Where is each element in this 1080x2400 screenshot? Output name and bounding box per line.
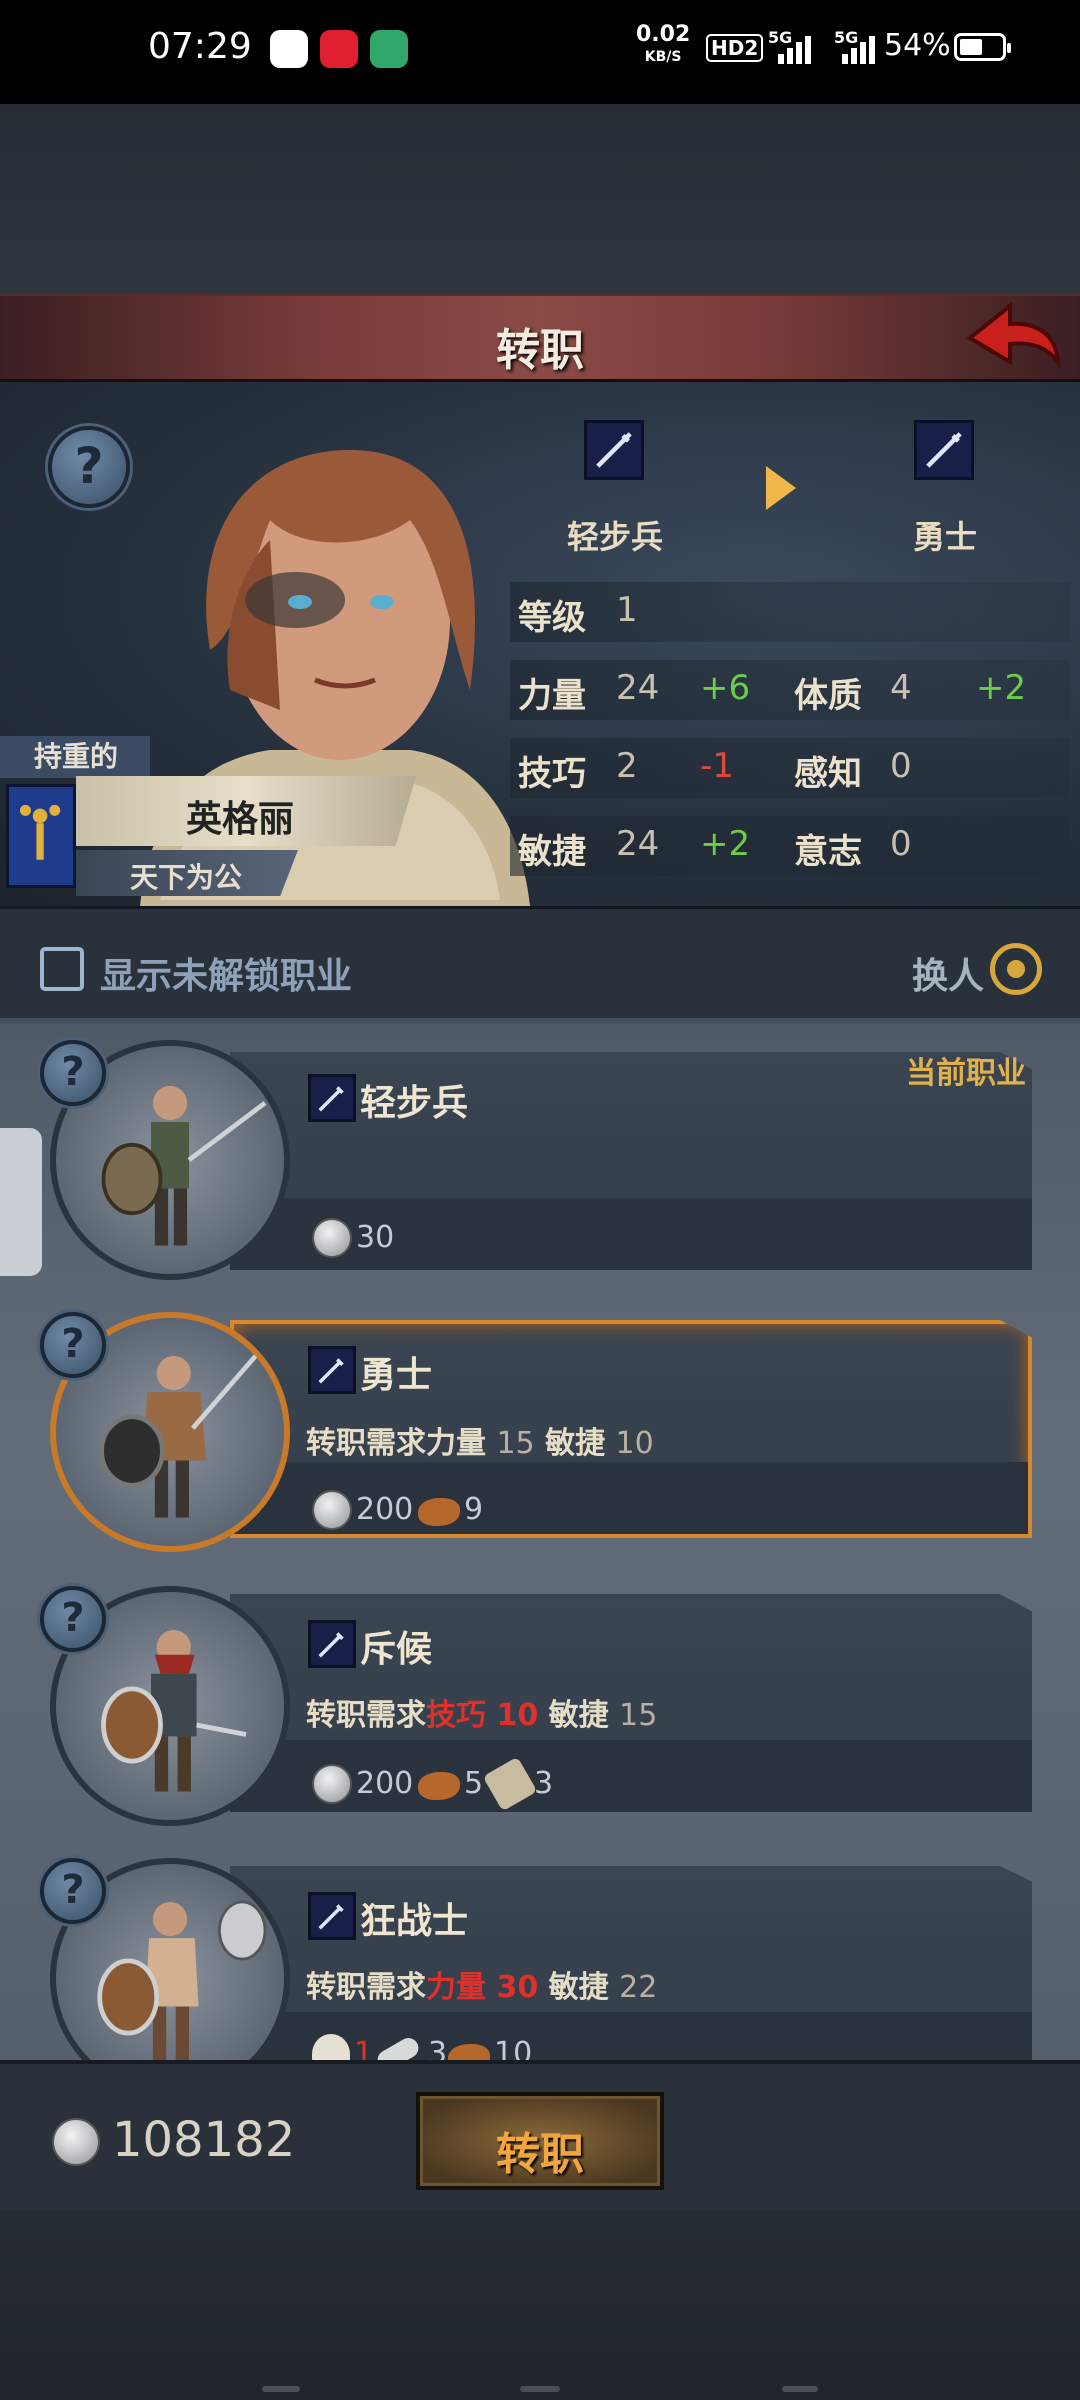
help-icon[interactable]: ? <box>40 1858 106 1924</box>
filter-bar: 显示未解锁职业 换人 <box>0 906 1080 1024</box>
hero-trait: 持重的 <box>0 736 150 778</box>
job-cost-silver: 200 <box>356 1766 414 1801</box>
stat-value-agility: 24 <box>616 824 660 864</box>
silver-coin-icon <box>52 2118 100 2166</box>
from-class-name: 轻步兵 <box>566 518 663 556</box>
top-backdrop <box>0 104 1080 294</box>
meat-icon <box>418 1772 460 1800</box>
silver-coin-icon <box>312 1764 352 1804</box>
title-bar: 转职 <box>0 294 1080 382</box>
app-notification-icon <box>370 30 408 68</box>
change-class-button-label: 转职 <box>496 2129 584 2180</box>
job-card-footer <box>230 2012 1032 2060</box>
side-drawer-handle[interactable] <box>0 1128 42 1276</box>
net-speed: 0.02 KB/S <box>636 22 691 66</box>
arrow-right-icon <box>766 466 796 510</box>
help-icon[interactable]: ? <box>48 426 130 508</box>
signal-icon <box>774 34 814 64</box>
hd-icon: HD2 <box>706 34 764 62</box>
stat-row-level <box>510 582 1070 642</box>
stat-row-agi-will <box>510 816 1070 876</box>
battery-percent: 54% <box>884 28 951 63</box>
stat-row-skill-per <box>510 738 1070 798</box>
job-cost-scroll: 3 <box>534 1766 554 1801</box>
current-job-badge: 当前职业 <box>906 1056 1026 1091</box>
stat-delta-constitution: +2 <box>976 668 1027 708</box>
job-card-footer <box>234 1462 1028 1534</box>
status-time: 07:29 <box>148 26 252 67</box>
job-name: 斥候 <box>360 1629 433 1670</box>
app-notification-icon <box>270 30 308 68</box>
job-cost-silver: 30 <box>356 1220 395 1255</box>
nav-menu-icon[interactable] <box>262 2386 300 2392</box>
from-class-icon <box>584 420 644 480</box>
stat-value-skill: 2 <box>616 746 638 786</box>
job-name: 轻步兵 <box>360 1083 469 1124</box>
status-bar: 07:29 0.02 KB/S HD2 5G 5G 54% <box>0 0 1080 104</box>
stat-label-level: 等级 <box>518 598 586 638</box>
stat-label-strength: 力量 <box>518 676 586 716</box>
job-name: 狂战士 <box>360 1901 469 1942</box>
swap-hero-label[interactable]: 换人 <box>912 947 984 999</box>
job-name: 勇士 <box>360 1355 433 1396</box>
swap-hero-icon[interactable] <box>990 943 1042 995</box>
to-class-icon <box>914 420 974 480</box>
page-title: 转职 <box>496 325 584 376</box>
job-requirement: 转职需求力量 30 敏捷 22 <box>306 1970 658 2005</box>
stat-value-constitution: 4 <box>890 668 912 708</box>
bottom-backdrop <box>0 2210 1080 2400</box>
stat-value-strength: 24 <box>616 668 660 708</box>
hero-title: 天下为公 <box>130 861 243 894</box>
back-arrow-icon[interactable] <box>966 300 1062 376</box>
stat-delta-skill: -1 <box>700 746 734 786</box>
hero-name-plate[interactable]: 英格丽 <box>76 776 416 846</box>
battery-icon <box>954 33 1011 61</box>
sword-class-icon <box>308 1620 356 1668</box>
hero-name: 英格丽 <box>186 799 295 840</box>
heraldry-banner-icon <box>6 784 76 888</box>
meat-icon <box>418 1498 460 1526</box>
job-requirement: 转职需求技巧 10 敏捷 15 <box>306 1698 658 1733</box>
job-requirement: 转职需求力量 15 敏捷 10 <box>306 1426 654 1461</box>
sword-class-icon <box>308 1892 356 1940</box>
job-cost-meat: 5 <box>464 1766 484 1801</box>
show-locked-label[interactable]: 显示未解锁职业 <box>100 947 352 999</box>
stat-delta-agility: +2 <box>700 824 751 864</box>
sword-class-icon <box>308 1346 356 1394</box>
help-icon[interactable]: ? <box>40 1040 106 1106</box>
stat-label-perception: 感知 <box>794 754 862 794</box>
change-class-button[interactable]: 转职 <box>416 2092 664 2190</box>
stat-value-level: 1 <box>616 590 638 630</box>
job-cost-silver: 200 <box>356 1492 414 1527</box>
signal-icon <box>838 34 878 64</box>
app-notification-icon <box>320 30 358 68</box>
hero-title-plate: 天下为公 <box>76 850 298 896</box>
nav-back-icon[interactable] <box>782 2386 818 2392</box>
silver-coin-icon <box>312 1218 352 1258</box>
money-amount: 108182 <box>112 2112 296 2168</box>
silver-coin-icon <box>312 1490 352 1530</box>
to-class-name: 勇士 <box>912 518 977 556</box>
sword-class-icon <box>308 1074 356 1122</box>
stat-delta-strength: +6 <box>700 668 751 708</box>
stat-value-perception: 0 <box>890 746 912 786</box>
help-icon[interactable]: ? <box>40 1312 106 1378</box>
help-icon[interactable]: ? <box>40 1586 106 1652</box>
stat-label-agility: 敏捷 <box>518 832 586 872</box>
stat-label-constitution: 体质 <box>794 676 862 716</box>
stat-value-will: 0 <box>890 824 912 864</box>
job-cost-meat: 9 <box>464 1492 484 1527</box>
show-locked-checkbox[interactable] <box>40 947 84 991</box>
stat-label-will: 意志 <box>794 832 862 872</box>
stat-label-skill: 技巧 <box>518 754 586 794</box>
nav-home-icon[interactable] <box>520 2386 560 2392</box>
